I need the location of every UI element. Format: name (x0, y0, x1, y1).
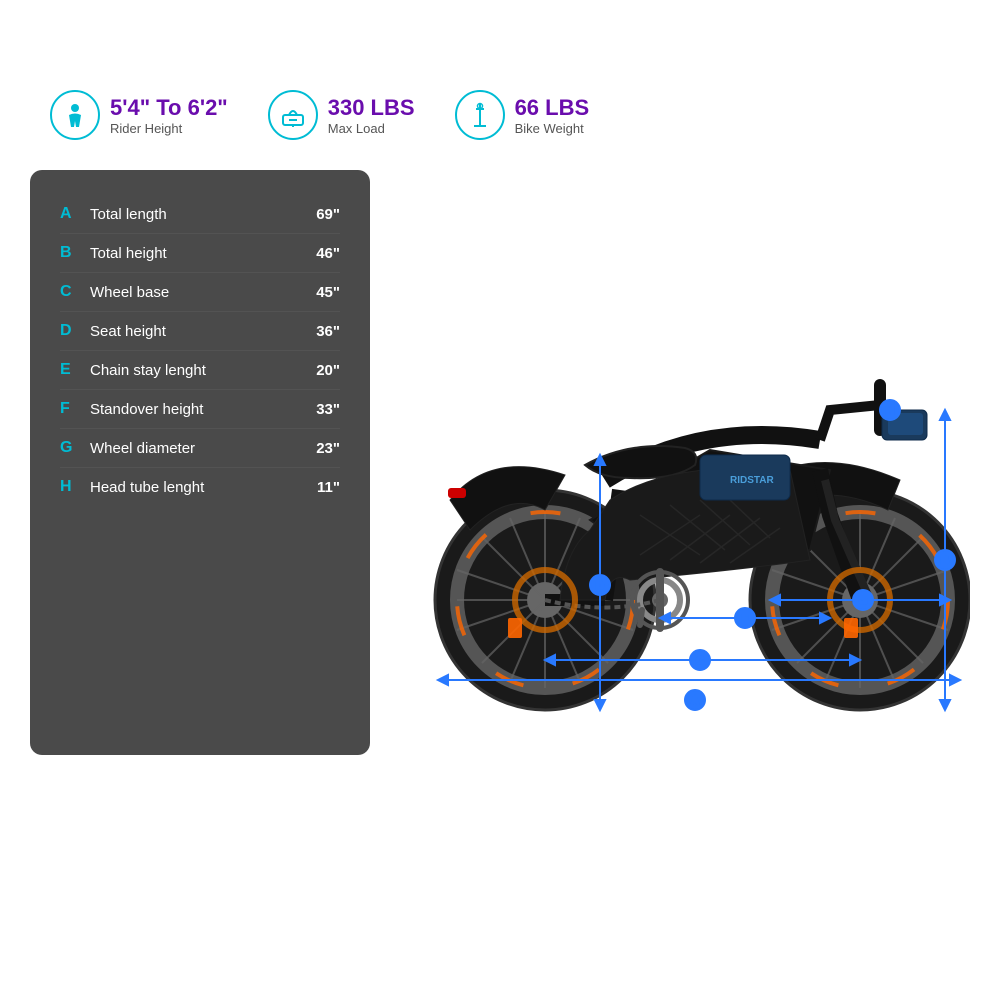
bike-weight-label: Bike Weight (515, 121, 590, 136)
spec-row-a: A Total length 69" (60, 195, 340, 234)
specs-table: A Total length 69" B Total height 46" C … (30, 170, 370, 755)
spec-name-g: Wheel diameter (85, 440, 295, 457)
stat-bike-weight: 66 LBS Bike Weight (455, 90, 590, 140)
spec-letter-d: D (60, 322, 85, 340)
person-height-icon (50, 90, 100, 140)
stat-rider-height: 5'4" To 6'2" Rider Height (50, 90, 228, 140)
spec-letter-e: E (60, 361, 85, 379)
max-load-label: Max Load (328, 121, 415, 136)
spec-value-f: 33" (295, 401, 340, 418)
rider-height-value: 5'4" To 6'2" (110, 95, 228, 121)
main-content: A Total length 69" B Total height 46" C … (30, 170, 970, 755)
spec-row-c: C Wheel base 45" (60, 273, 340, 312)
spec-value-d: 36" (295, 323, 340, 340)
spec-row-b: B Total height 46" (60, 234, 340, 273)
bike-diagram-area: RIDSTAR (390, 170, 970, 755)
spec-row-g: G Wheel diameter 23" (60, 429, 340, 468)
spec-name-b: Total height (85, 245, 295, 262)
spec-name-d: Seat height (85, 323, 295, 340)
svg-text:H: H (886, 405, 894, 417)
spec-name-e: Chain stay lenght (85, 362, 295, 379)
scale-icon (268, 90, 318, 140)
spec-letter-b: B (60, 244, 85, 262)
spec-value-a: 69" (295, 206, 340, 223)
svg-text:B: B (941, 555, 949, 567)
spec-row-f: F Standover height 33" (60, 390, 340, 429)
spec-name-a: Total length (85, 206, 295, 223)
bike-weight-value: 66 LBS (515, 95, 590, 121)
spec-value-h: 11" (295, 479, 340, 496)
stat-max-load: 330 LBS Max Load (268, 90, 415, 140)
spec-letter-g: G (60, 439, 85, 457)
spec-name-h: Head tube lenght (85, 479, 295, 496)
bike-diagram-svg: RIDSTAR (390, 170, 970, 750)
bike-weight-group: 66 LBS Bike Weight (515, 95, 590, 136)
max-load-group: 330 LBS Max Load (328, 95, 415, 136)
svg-text:G: G (859, 595, 868, 607)
rider-height-group: 5'4" To 6'2" Rider Height (110, 95, 228, 136)
svg-text:F: F (742, 613, 749, 625)
svg-text:D: D (596, 580, 604, 592)
rider-height-label: Rider Height (110, 121, 228, 136)
spec-name-f: Standover height (85, 401, 295, 418)
spec-value-b: 46" (295, 245, 340, 262)
spec-letter-f: F (60, 400, 85, 418)
spec-letter-c: C (60, 283, 85, 301)
spec-letter-a: A (60, 205, 85, 223)
spec-value-e: 20" (295, 362, 340, 379)
spec-rows: A Total length 69" B Total height 46" C … (60, 195, 340, 506)
svg-text:RIDSTAR: RIDSTAR (730, 475, 774, 486)
bike-weight-icon (455, 90, 505, 140)
spec-row-h: H Head tube lenght 11" (60, 468, 340, 506)
spec-row-e: E Chain stay lenght 20" (60, 351, 340, 390)
spec-value-c: 45" (295, 284, 340, 301)
spec-value-g: 23" (295, 440, 340, 457)
svg-text:C: C (696, 655, 704, 667)
stats-bar: 5'4" To 6'2" Rider Height 330 LBS Max Lo… (50, 90, 970, 140)
max-load-value: 330 LBS (328, 95, 415, 121)
spec-name-c: Wheel base (85, 284, 295, 301)
spec-row-d: D Seat height 36" (60, 312, 340, 351)
page-container: 5'4" To 6'2" Rider Height 330 LBS Max Lo… (0, 0, 1000, 1000)
spec-letter-h: H (60, 478, 85, 496)
svg-text:A: A (691, 695, 699, 707)
